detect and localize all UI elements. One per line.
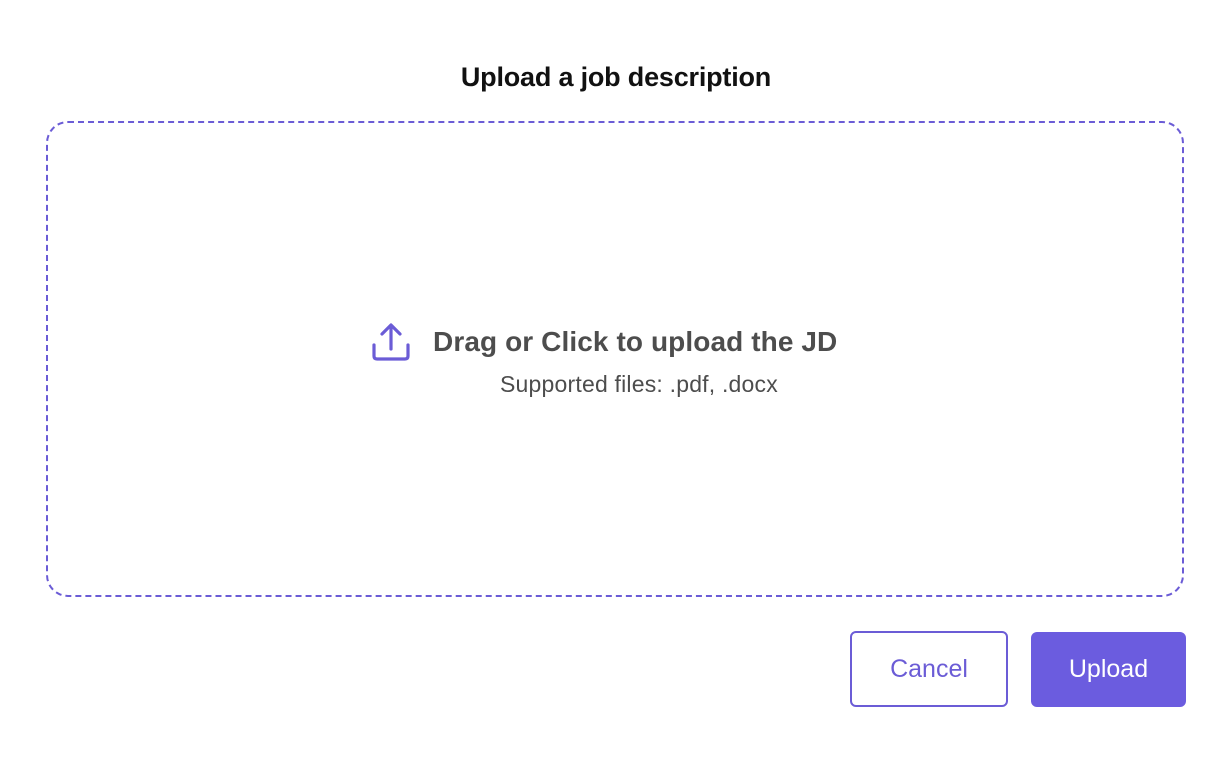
dialog-title: Upload a job description [460,62,772,92]
dropzone-prompt[interactable]: Drag or Click to upload the JD [370,322,837,362]
upload-icon [370,321,412,363]
dropzone-label: Drag or Click to upload the JD [433,326,838,357]
supported-files-text: Supported files: .pdf, .docx [500,371,778,397]
cancel-button[interactable]: Cancel [850,631,1008,707]
upload-button[interactable]: Upload [1031,632,1186,707]
upload-jd-dialog: Upload a job description Drag or Click t… [0,0,1232,764]
